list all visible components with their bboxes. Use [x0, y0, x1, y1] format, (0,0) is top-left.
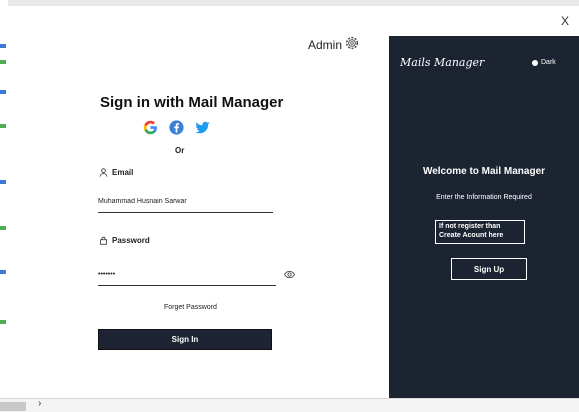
email-label: Email: [99, 168, 133, 177]
twitter-icon[interactable]: [194, 119, 211, 136]
password-label-text: Password: [112, 236, 150, 245]
email-field[interactable]: [98, 192, 273, 213]
google-icon[interactable]: [142, 119, 159, 136]
background-sidebar: [0, 0, 8, 411]
password-label: Password: [99, 236, 150, 245]
or-divider-label: Or: [175, 146, 185, 155]
bg-mark: [0, 320, 6, 324]
welcome-heading: Welcome to Mail Manager: [422, 166, 546, 177]
password-field[interactable]: [98, 265, 276, 286]
admin-label: Admin: [308, 38, 343, 52]
dark-mode-label: Dark: [541, 59, 556, 66]
close-button[interactable]: X: [561, 14, 569, 28]
forgot-password-link[interactable]: Forget Password: [164, 304, 217, 311]
background-scrollbar[interactable]: [0, 402, 26, 411]
sign-up-button[interactable]: Sign Up: [451, 258, 527, 280]
lock-icon: [100, 236, 107, 245]
radio-dot-icon: [532, 59, 538, 66]
bg-mark: [0, 180, 6, 184]
login-window: X Admin Sign in with Mail Manager Or Ema…: [8, 6, 579, 398]
bg-mark: [0, 226, 6, 230]
background-statusbar: ⌄ ›: [0, 389, 579, 412]
welcome-panel: Mails Manager Dark Welcome to Mail Manag…: [389, 36, 579, 398]
create-account-link[interactable]: If not register than Create Acount here: [435, 220, 525, 244]
social-login-group: [142, 119, 211, 136]
page-title: Sign in with Mail Manager: [100, 94, 284, 111]
bg-mark: [0, 124, 6, 128]
brand-logo-text: Mails Manager: [400, 56, 485, 69]
user-icon: [99, 168, 108, 177]
enter-info-text: Enter the Information Required: [436, 194, 532, 201]
eye-icon[interactable]: [284, 270, 295, 279]
bg-mark: [0, 60, 6, 64]
gear-icon[interactable]: [344, 35, 360, 51]
bg-mark: [0, 44, 6, 48]
email-label-text: Email: [112, 168, 134, 177]
facebook-icon[interactable]: [168, 119, 185, 136]
bg-mark: [0, 270, 6, 274]
sign-in-button[interactable]: Sign In: [98, 329, 272, 350]
bg-mark: [0, 90, 6, 94]
dark-mode-toggle[interactable]: Dark: [532, 59, 556, 66]
chevron-right-icon[interactable]: ›: [38, 398, 41, 409]
